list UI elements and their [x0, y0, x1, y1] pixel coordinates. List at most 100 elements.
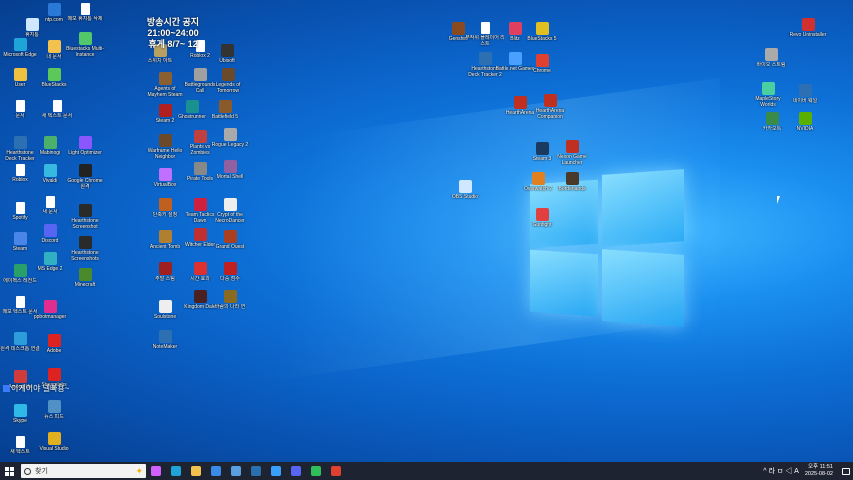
- desktop-icon-label: BlueStacks 5: [527, 36, 557, 42]
- desktop-icon-label: Nexon Game Launcher: [557, 154, 587, 166]
- desktop-icon[interactable]: Crypt of the NecroDancer: [210, 198, 250, 224]
- desktop-icon[interactable]: 문서: [0, 100, 40, 119]
- app-icon: [78, 204, 92, 217]
- desktop-icon[interactable]: 네이버 웨일: [785, 84, 825, 104]
- desktop-icon-label: 에이펙스 레전드: [3, 278, 37, 284]
- desktop-icon[interactable]: 뉴스 피드: [34, 400, 74, 420]
- desktop-icon[interactable]: MS Edge 2: [30, 252, 70, 272]
- app-icon: [158, 104, 172, 117]
- desktop-icon[interactable]: Ancient Tomb: [145, 230, 185, 250]
- desktop-icon-label: 문서: [15, 113, 25, 119]
- desktop-icon[interactable]: HearthArena Companion: [530, 94, 570, 120]
- desktop-icon[interactable]: Hearthstone Screenshots: [65, 236, 105, 262]
- taskbar-app-discord[interactable]: [286, 462, 306, 480]
- desktop-icon[interactable]: Discord: [30, 224, 70, 244]
- search-box[interactable]: 찾기 ✦: [21, 464, 146, 478]
- tray-icons[interactable]: ^ 라 ㅁ ◁ A: [763, 466, 799, 476]
- desktop-icon[interactable]: Grand Ouest: [210, 230, 250, 250]
- desktop-icon[interactable]: Bluestacks Multi-Instance: [65, 32, 105, 58]
- desktop-icon[interactable]: Battlefield 5: [205, 100, 245, 120]
- notice-line-3: 휴게 8/7~ 12: [148, 39, 198, 49]
- desktop-icon[interactable]: 바람의 나라 연: [210, 290, 250, 310]
- taskbar-app-app-diamond[interactable]: [266, 462, 286, 480]
- taskbar-app-store[interactable]: [206, 462, 226, 480]
- discord-icon: [291, 466, 301, 476]
- desktop-icon[interactable]: Agents of Mayhem Steam: [145, 72, 185, 98]
- desktop-icon-label: MS Edge 2: [37, 266, 63, 272]
- desktop-icon-label: Grand Ouest: [215, 244, 245, 250]
- desktop-icon[interactable]: Mabinogi: [30, 136, 70, 156]
- desktop-icon-label: 네이버 웨일: [792, 98, 818, 104]
- taskbar-app-copilot[interactable]: [146, 462, 166, 480]
- desktop-icon[interactable]: BlueStacks 5: [522, 22, 562, 42]
- desktop-icon[interactable]: Warframe Hello Neighbor: [145, 134, 185, 160]
- taskbar-app-file-explorer[interactable]: [186, 462, 206, 480]
- desktop-icon-label: Minecraft: [74, 282, 96, 288]
- desktop-icon[interactable]: Legends of Tomorrow: [208, 68, 248, 94]
- desktop-icon-label: 주말 스팀: [155, 276, 175, 282]
- desktop-icon[interactable]: 단축키 설정: [145, 198, 185, 218]
- desktop-icon[interactable]: Mortal Shell: [210, 160, 250, 180]
- desktop-icon[interactable]: Revo Uninstaller: [788, 18, 828, 38]
- app-icon: [158, 198, 172, 211]
- desktop-icon[interactable]: Nexon Game Launcher: [552, 140, 592, 166]
- desktop-icon[interactable]: Minecraft: [65, 268, 105, 288]
- desktop-icon[interactable]: 바이오 스트림: [751, 48, 791, 68]
- app-icon: [764, 48, 778, 61]
- desktop-icon[interactable]: Chrome: [522, 54, 562, 74]
- desktop-icon[interactable]: 메모 휴지통 삭제: [65, 3, 105, 22]
- clock[interactable]: 오후 11:51 2025-08-02: [805, 464, 833, 478]
- app-icon: [458, 180, 472, 193]
- app-icon: [535, 22, 549, 35]
- desktop-icon-label: Hearthstone Screenshots: [71, 250, 99, 262]
- desktop-icon[interactable]: Soulstone: [145, 300, 185, 320]
- desktop-icon[interactable]: Light Optimizer: [65, 136, 105, 156]
- app-icon: [223, 290, 237, 303]
- desktop[interactable]: 휴지통 ntp.com 메모 휴지통 삭제 Microsoft Edge 내 문서 Blu…: [0, 0, 853, 462]
- desktop-icon[interactable]: 새 문서: [30, 196, 70, 215]
- document-icon: [80, 3, 90, 15]
- desktop-icon-label: 바람의 나라 연: [214, 304, 246, 310]
- desktop-icon[interactable]: Rogue Legacy 2: [210, 128, 250, 148]
- desktop-icon[interactable]: 다중 점수: [210, 262, 250, 282]
- desktop-icon-label: BlueStacks: [41, 82, 67, 88]
- notification-button[interactable]: [839, 462, 853, 480]
- desktop-icon[interactable]: Adobe: [34, 334, 74, 354]
- app-icon: [218, 100, 232, 113]
- desktop-icon[interactable]: Hearthstone Screenshot: [65, 204, 105, 230]
- app-icon: [78, 164, 92, 177]
- document-icon: [15, 436, 25, 448]
- desktop-icon[interactable]: MapleStory Worlds: [748, 82, 788, 108]
- desktop-icon-label: 다중 점수: [220, 276, 240, 282]
- taskbar-app-chrome[interactable]: [326, 462, 346, 480]
- taskbar-app-app-steam[interactable]: [246, 462, 266, 480]
- desktop-icon[interactable]: Borderlands: [552, 172, 592, 192]
- desktop-icon[interactable]: Vivaldi: [30, 164, 70, 184]
- desktop-icon[interactable]: Google Chrome 원격: [65, 164, 105, 190]
- desktop-icon[interactable]: 주말 스팀: [145, 262, 185, 282]
- mouse-cursor-icon: [777, 196, 780, 204]
- start-button[interactable]: [0, 462, 18, 480]
- app-icon: [221, 68, 235, 81]
- desktop-icon[interactable]: OBS Studio: [445, 180, 485, 200]
- taskbar-app-edge[interactable]: [166, 462, 186, 480]
- app-icon: [531, 172, 545, 185]
- desktop-icon-label: 단축키 설정: [152, 212, 178, 218]
- desktop-icon-label: Rogue Legacy 2: [211, 142, 249, 148]
- app-icon: [13, 332, 27, 345]
- desktop-icon[interactable]: BlueStacks: [34, 68, 74, 88]
- taskbar-app-app-green[interactable]: [306, 462, 326, 480]
- desktop-icon[interactable]: Gunfight: [522, 208, 562, 228]
- desktop-icon[interactable]: NVIDIA: [785, 112, 825, 132]
- desktop-icon[interactable]: Ubisoft: [207, 44, 247, 64]
- desktop-icon[interactable]: 새 텍스트 문서: [37, 100, 77, 119]
- desktop-icon-label: 바이오 스트림: [756, 62, 786, 68]
- desktop-icon[interactable]: ppbotmanager: [30, 300, 70, 320]
- desktop-icon-label: Mabinogi: [39, 150, 61, 156]
- desktop-icon[interactable]: Visual Studio: [34, 432, 74, 452]
- app-icon: [798, 84, 812, 97]
- taskbar-app-app-blue[interactable]: [226, 462, 246, 480]
- desktop-icon[interactable]: NoteMaker: [145, 330, 185, 350]
- desktop-icon[interactable]: VirtualBox: [145, 168, 185, 188]
- desktop-icon-label: 뉴스 피드: [44, 414, 64, 420]
